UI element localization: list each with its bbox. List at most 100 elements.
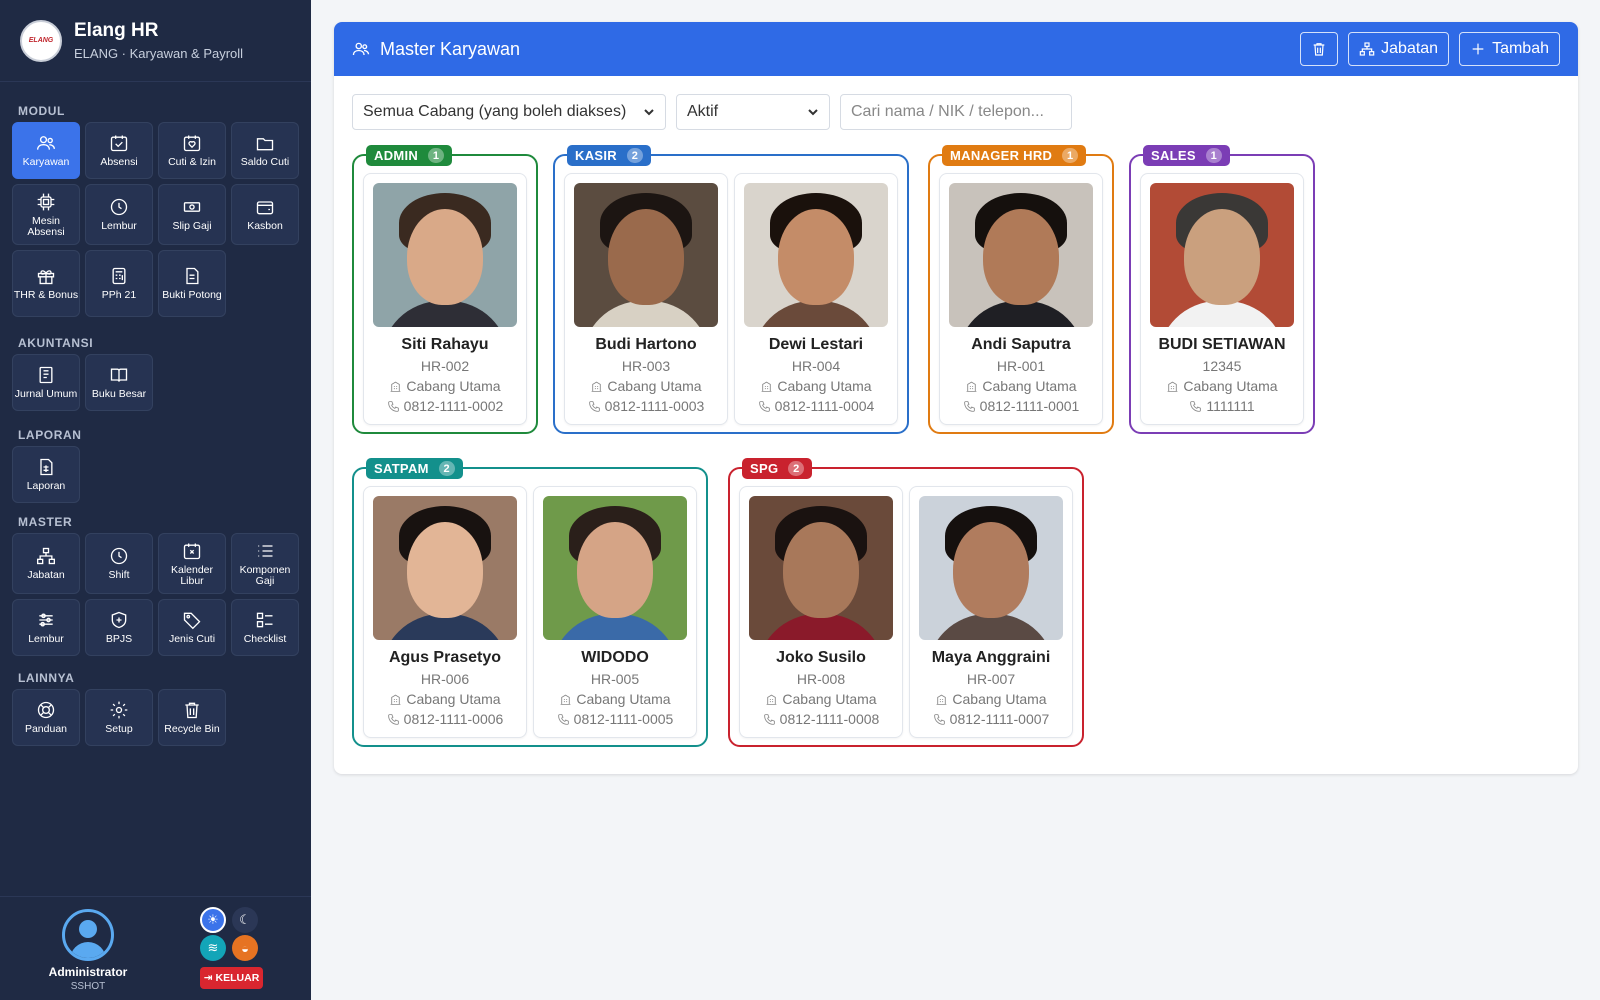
plus-icon	[1472, 43, 1484, 55]
trash-icon	[185, 702, 199, 719]
sidebar-item-kasbon[interactable]: Kasbon	[231, 184, 299, 245]
theme-ocean-icon[interactable]: ≋	[200, 935, 226, 961]
employee-name: Siti Rahayu	[401, 336, 489, 353]
brand: ELANG Elang HR ELANG · Karyawan & Payrol…	[0, 0, 311, 82]
employee-card[interactable]: Andi Saputra HR-001 Cabang Utama 0812-1111-…	[939, 173, 1103, 425]
employee-photo	[543, 496, 687, 640]
org-chart-icon	[1359, 42, 1375, 56]
jabatan-button[interactable]: Jabatan	[1348, 32, 1450, 66]
employee-phone: 0812-1111-0002	[364, 398, 526, 414]
group-name: ADMIN	[374, 148, 419, 163]
theme-dark-moon-icon[interactable]: ☾	[232, 907, 258, 933]
sidebar-item-shift[interactable]: Shift	[85, 533, 153, 594]
employee-phone: 0812-1111-0008	[740, 711, 902, 727]
group-admin: ADMIN 1 Siti Rahayu HR-002 Cabang Utama 0812-…	[352, 145, 538, 434]
app-subtitle: ELANG · Karyawan & Payroll	[74, 46, 244, 61]
sidebar-item-recycle-bin[interactable]: Recycle Bin	[158, 689, 226, 746]
sidebar-item-jabatan[interactable]: Jabatan	[12, 533, 80, 594]
employee-card[interactable]: BUDI SETIAWAN 12345 Cabang Utama 1111111	[1140, 173, 1304, 425]
building-icon	[1168, 381, 1178, 392]
sidebar-item-saldo-cuti[interactable]: Saldo Cuti	[231, 122, 299, 179]
employee-photo	[919, 496, 1063, 640]
sidebar-item-pph-21[interactable]: PPh 21	[85, 250, 153, 317]
section-label: LAPORAN	[18, 428, 82, 442]
phone-icon	[763, 713, 775, 725]
group-count: 1	[1062, 148, 1079, 163]
employee-name: Budi Hartono	[595, 336, 697, 353]
employee-name: Agus Prasetyo	[388, 649, 502, 666]
logout-button[interactable]: ⇥ KELUAR	[200, 967, 263, 989]
phone-icon	[963, 400, 975, 412]
sidebar-item-lembur[interactable]: Lembur	[85, 184, 153, 245]
trash-icon	[1313, 43, 1325, 56]
lifebuoy-icon	[37, 701, 55, 719]
employee-card[interactable]: Budi Hartono HR-003 Cabang Utama 0812-1111-…	[564, 173, 728, 425]
branch-select[interactable]: Semua Cabang (yang boleh diakses)	[352, 94, 666, 130]
sidebar-item-bpjs[interactable]: BPJS	[85, 599, 153, 656]
avatar	[62, 909, 114, 961]
employee-card[interactable]: Maya Anggraini HR-007 Cabang Utama 0812-111…	[909, 486, 1073, 738]
employee-card[interactable]: Siti Rahayu HR-002 Cabang Utama 0812-1111-0…	[363, 173, 527, 425]
status-select[interactable]: Aktif	[676, 94, 830, 130]
sidebar-item-label: PPh 21	[101, 289, 137, 301]
employee-card[interactable]: WIDODO HR-005 Cabang Utama 0812-1111-0005	[533, 486, 697, 738]
sidebar-item-bukti-potong[interactable]: Bukti Potong	[158, 250, 226, 317]
building-icon	[391, 694, 401, 705]
sidebar-item-laporan[interactable]: Laporan	[12, 446, 80, 503]
search-input[interactable]	[840, 94, 1072, 130]
employee-name: Andi Saputra	[971, 336, 1071, 353]
user-role: SSHOT	[70, 981, 106, 992]
employee-card[interactable]: Agus Prasetyo HR-006 Cabang Utama 0812-1111…	[363, 486, 527, 738]
sidebar: ELANG Elang HR ELANG · Karyawan & Payrol…	[0, 0, 311, 1000]
theme-light-sun-icon[interactable]: ☀	[200, 907, 226, 933]
filter-bar: Semua Cabang (yang boleh diakses) Aktif	[352, 94, 1072, 130]
calendar-check-icon	[110, 135, 128, 152]
logout-icon: ⇥	[203, 972, 213, 984]
employee-phone: 0812-1111-0007	[910, 711, 1072, 727]
recycle-bin-button[interactable]	[1300, 32, 1339, 66]
sidebar-item-label: Kalender Libur	[170, 563, 214, 587]
employee-card[interactable]: Joko Susilo HR-008 Cabang Utama 0812-1111-0…	[739, 486, 903, 738]
users-icon	[352, 42, 370, 56]
sidebar-item-setup[interactable]: Setup	[85, 689, 153, 746]
nav-grid: Jabatan Shift Kalender Libur Komponen Gaji L…	[0, 533, 299, 656]
app-logo: ELANG	[20, 19, 62, 62]
list-icon	[258, 544, 273, 557]
sidebar-item-thr-bonus[interactable]: THR & Bonus	[12, 250, 80, 317]
building-icon	[937, 694, 947, 705]
sidebar-item-slip-gaji[interactable]: Slip Gaji	[158, 184, 226, 245]
nav-section-lainnya: LAINNYA Panduan Setup Recycle Bin	[0, 671, 299, 746]
nav-section-laporan: LAPORAN Laporan	[0, 428, 299, 503]
sidebar-item-karyawan[interactable]: Karyawan	[12, 122, 80, 179]
employee-photo	[1150, 183, 1294, 327]
group-satpam: SATPAM 2 Agus Prasetyo HR-006 Cabang Utama 08…	[352, 458, 708, 747]
sidebar-item-label: Saldo Cuti	[240, 156, 290, 168]
sidebar-item-lembur[interactable]: Lembur	[12, 599, 80, 656]
employee-card[interactable]: Dewi Lestari HR-004 Cabang Utama 0812-1111-…	[734, 173, 898, 425]
sidebar-item-label: Lembur	[101, 220, 137, 232]
sidebar-item-komponen-gaji[interactable]: Komponen Gaji	[231, 533, 299, 594]
sidebar-item-absensi[interactable]: Absensi	[85, 122, 153, 179]
employee-branch: Cabang Utama	[740, 691, 902, 707]
theme-sunset-icon[interactable]: ◒	[232, 935, 258, 961]
group-name: KASIR	[575, 148, 617, 163]
user-profile[interactable]: Administrator SSHOT	[42, 909, 134, 992]
employee-branch: Cabang Utama	[364, 691, 526, 707]
group-tag: MANAGER HRD 1	[942, 145, 1087, 166]
sidebar-item-mesin-absensi[interactable]: Mesin Absensi	[12, 184, 80, 245]
group-name: SALES	[1151, 148, 1196, 163]
sidebar-item-checklist[interactable]: Checklist	[231, 599, 299, 656]
shield-icon	[111, 611, 127, 629]
sliders-icon	[39, 613, 53, 627]
sidebar-item-jenis-cuti[interactable]: Jenis Cuti	[158, 599, 226, 656]
sidebar-item-label: Checklist	[243, 633, 287, 645]
add-employee-button[interactable]: Tambah	[1459, 32, 1560, 66]
sidebar-item-buku-besar[interactable]: Buku Besar	[85, 354, 153, 411]
employee-phone: 0812-1111-0003	[565, 398, 727, 414]
sidebar-item-kalender-libur[interactable]: Kalender Libur	[158, 533, 226, 594]
sidebar-item-jurnal-umum[interactable]: Jurnal Umum	[12, 354, 80, 411]
employee-id: 12345	[1202, 358, 1242, 374]
sidebar-item-cuti-izin[interactable]: Cuti & Izin	[158, 122, 226, 179]
sidebar-item-panduan[interactable]: Panduan	[12, 689, 80, 746]
nav-grid: Karyawan Absensi Cuti & Izin Saldo Cuti Mesi…	[0, 122, 299, 317]
